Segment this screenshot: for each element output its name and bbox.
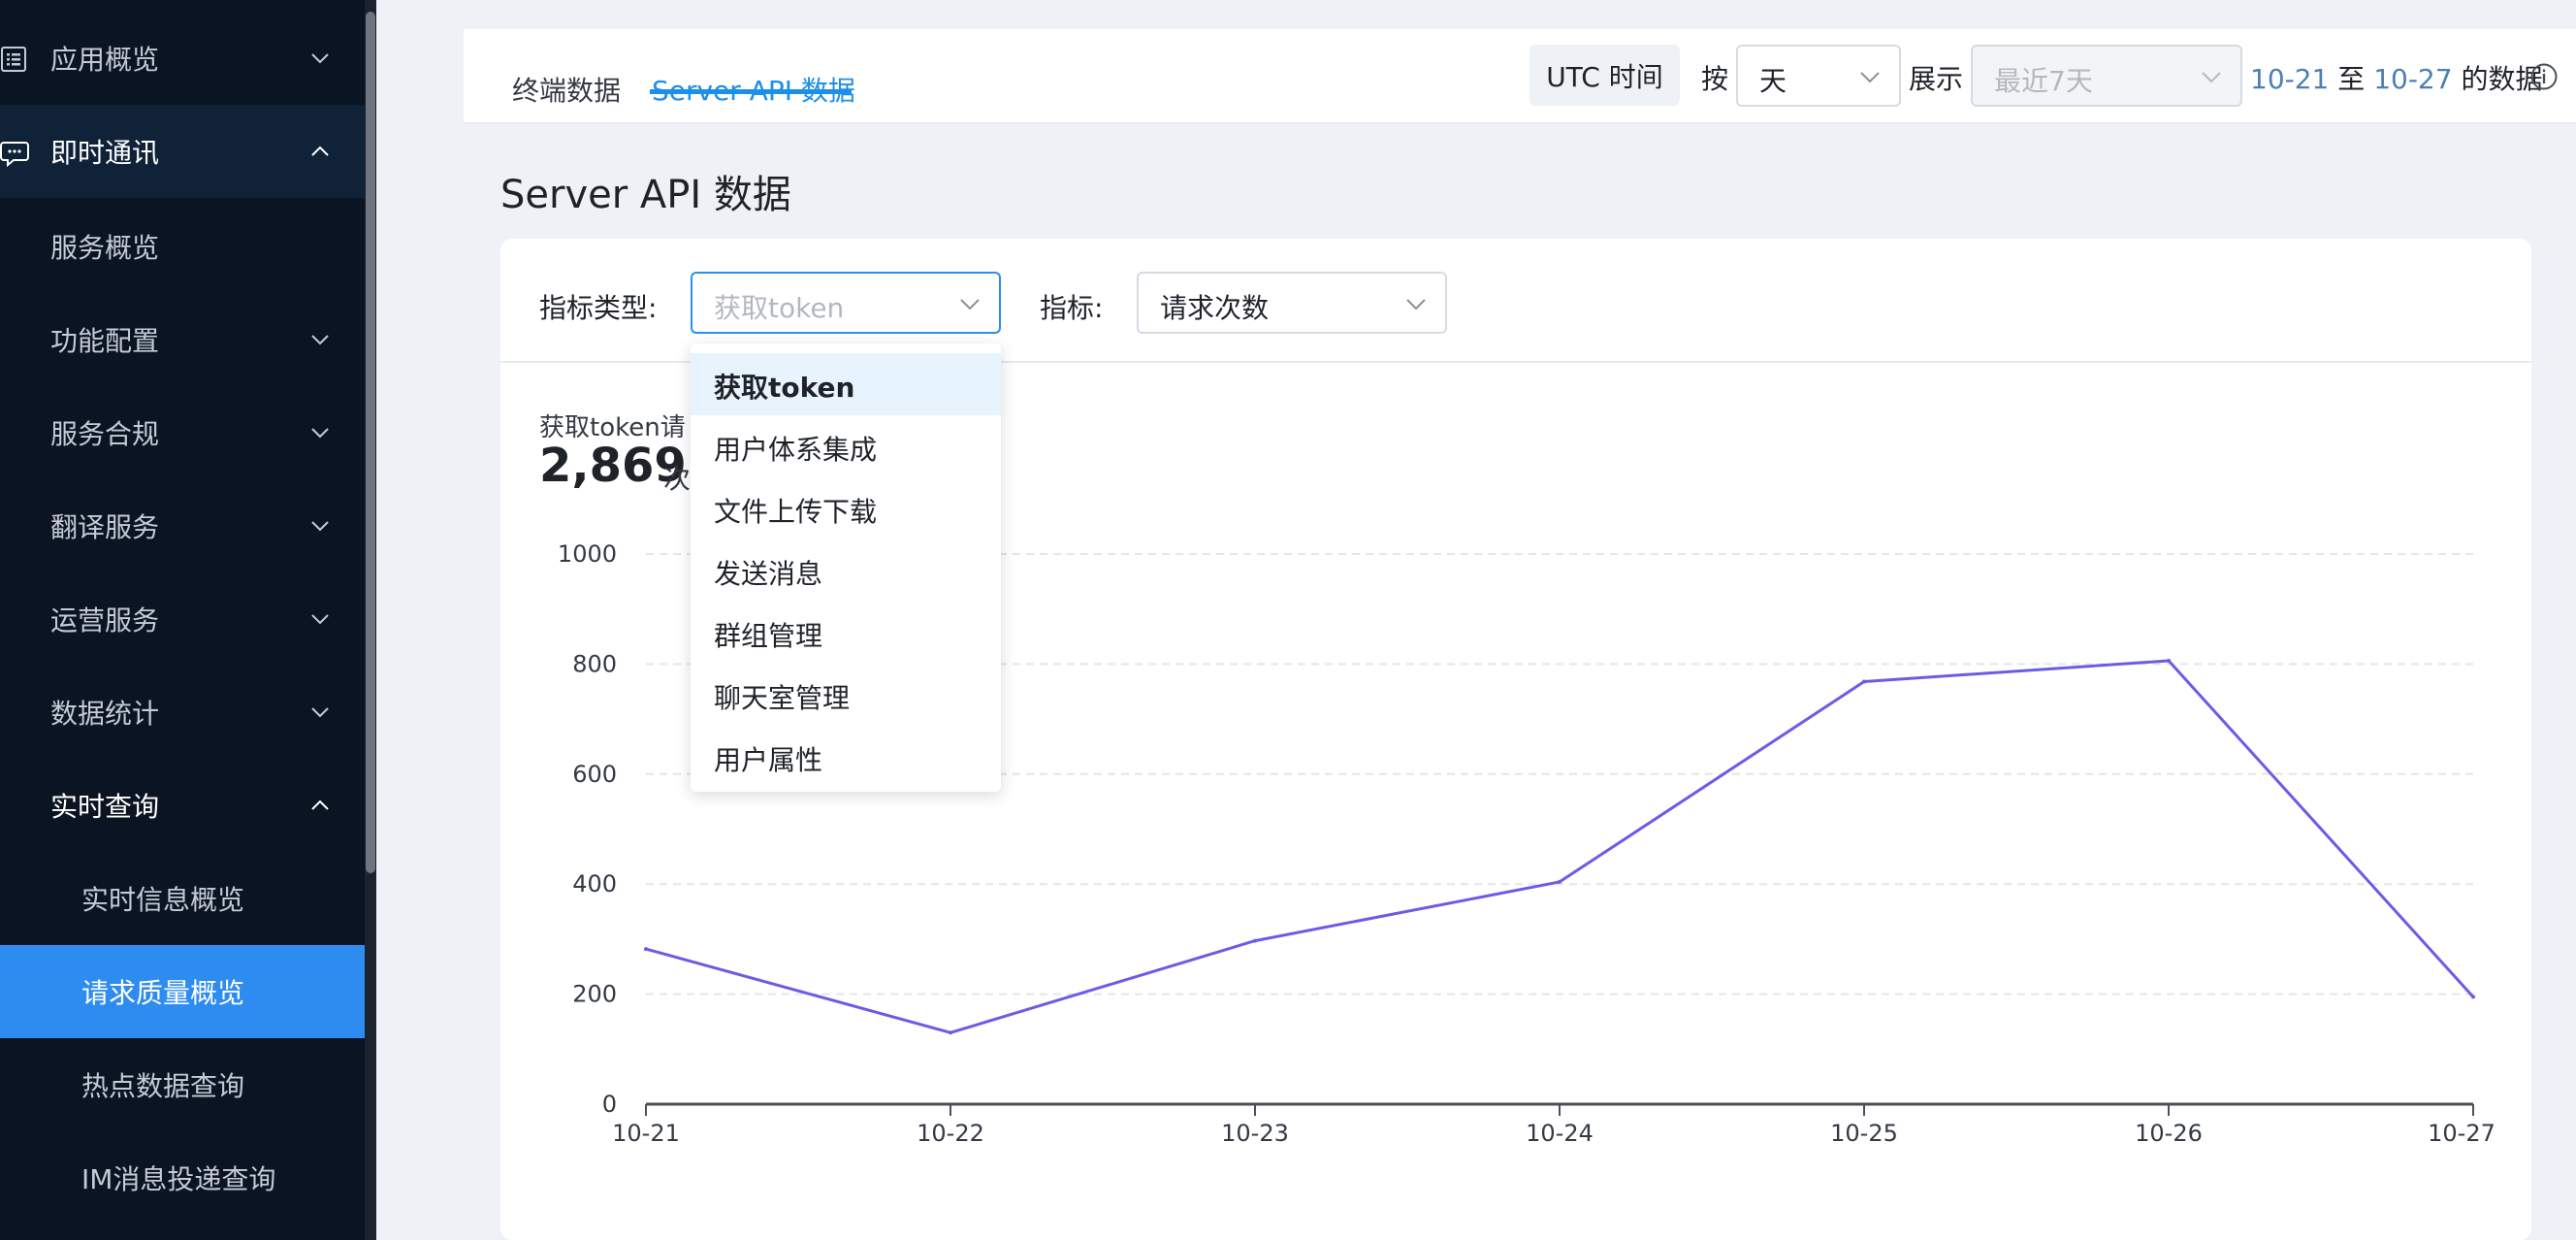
sidebar-item-label: 实时查询 [50,791,160,823]
sidebar-item-label: 翻译服务 [50,511,160,543]
chevron-down-icon [311,521,329,532]
utc-time-toggle[interactable]: UTC 时间 [1530,45,1680,106]
sidebar-item-label: 应用概览 [50,44,160,76]
sidebar-item[interactable]: 数据统计 [0,666,365,759]
sidebar: 应用概览即时通讯服务概览功能配置服务合规翻译服务运营服务数据统计实时查询实时信息… [0,0,365,1240]
sidebar-item-label: 热点数据查询 [81,1070,245,1102]
sidebar-item[interactable]: 实时信息概览 [0,852,365,945]
dropdown-option-label: 用户体系集成 [714,434,878,466]
sidebar-item[interactable]: 服务概览 [0,200,365,293]
chevron-down-icon [311,335,329,345]
dropdown-option[interactable]: 获取token [691,353,1001,415]
dropdown-option[interactable]: 用户属性 [691,726,1001,788]
chevron-down-icon [311,614,329,625]
metric-label: 指标: [1040,292,1104,324]
chevron-up-icon [311,799,329,810]
sidebar-item-label: 实时信息概览 [81,884,245,916]
dropdown-option-label: 群组管理 [714,620,823,652]
page-title: Server API 数据 [500,173,791,217]
sidebar-item[interactable]: 即时通讯 [0,105,365,198]
range-to: 至 [2337,63,2366,95]
info-icon[interactable] [2529,62,2559,91]
chevron-down-icon [311,53,329,64]
date-range-text: 10-21 至 10-27 的数据 [2250,58,2543,97]
dropdown-option-label: 用户属性 [714,744,823,776]
dropdown-option-label: 聊天室管理 [714,682,851,714]
dropdown-option-label: 获取token [714,372,855,404]
granularity-value: 天 [1759,65,1787,97]
chevron-down-icon [1406,299,1426,310]
sidebar-item-label: 服务概览 [50,232,160,264]
sidebar-item[interactable]: 运营服务 [0,572,365,666]
granularity-select[interactable]: 天 [1736,45,1901,107]
sidebar-item-label: 服务合规 [50,418,160,450]
sidebar-item-label: 数据统计 [50,698,160,730]
dropdown-option[interactable]: 文件上传下载 [691,477,1001,539]
sidebar-item[interactable]: 热点数据查询 [0,1038,365,1131]
sidebar-scroll-thumb[interactable] [366,12,375,873]
metric-value: 请求次数 [1160,292,1270,324]
chevron-down-icon [311,707,329,718]
sidebar-item-label: 运营服务 [50,604,160,636]
dropdown-option[interactable]: 群组管理 [691,602,1001,664]
metric-type-select[interactable]: 获取token [691,272,1001,334]
dropdown-option[interactable]: 发送消息 [691,539,1001,602]
metric-type-dropdown: 获取token 用户体系集成 文件上传下载 发送消息群组管理聊天室管理用户属性 [691,343,1001,792]
tab-terminal-data[interactable]: 终端数据 [512,70,621,109]
chevron-down-icon [1860,72,1880,83]
by-label: 按 [1701,63,1729,95]
dropdown-option-label: 文件上传下载 [714,496,878,528]
chat-icon [0,142,29,167]
range-start: 10-21 [2250,63,2330,95]
sidebar-item[interactable]: 应用概览 [0,12,365,105]
dropdown-option[interactable]: 用户体系集成 [691,415,1001,477]
metric-select[interactable]: 请求次数 [1137,272,1447,334]
sidebar-item[interactable]: 实时查询 [0,759,365,852]
range-end: 10-27 [2373,63,2453,95]
dropdown-option[interactable]: 聊天室管理 [691,664,1001,726]
sidebar-item-label: 请求质量概览 [81,977,245,1009]
metric-type-label: 指标类型: [539,292,658,324]
chevron-down-icon [960,299,980,310]
active-tab-indicator [650,89,852,94]
show-label: 展示 [1909,63,1964,95]
sidebar-item-label: IM消息投递查询 [81,1163,276,1195]
sidebar-item[interactable]: IM消息投递查询 [0,1131,365,1224]
chevron-up-icon [311,146,329,156]
sidebar-item[interactable]: 服务合规 [0,386,365,479]
sidebar-item-label: 功能配置 [50,325,160,357]
dropdown-option-label: 发送消息 [714,558,823,590]
range-value: 最近7天 [1994,65,2093,97]
chevron-down-icon [2202,72,2221,83]
sidebar-item[interactable]: 翻译服务 [0,479,365,572]
sidebar-item[interactable]: 请求质量概览 [0,945,365,1038]
metric-type-value: 获取token [714,292,845,324]
list-icon [1,47,26,72]
sidebar-item[interactable]: 功能配置 [0,293,365,386]
chevron-down-icon [311,428,329,439]
range-select: 最近7天 [1971,45,2242,107]
sidebar-item-label: 即时通讯 [50,137,160,169]
stat-unit: 次 [663,463,692,495]
